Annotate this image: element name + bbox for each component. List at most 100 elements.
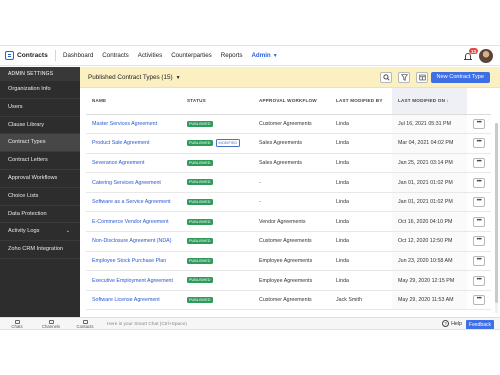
more-horizontal-icon: •••	[476, 256, 482, 263]
table-row[interactable]: Software as a Service Agreement PUBLISHED…	[86, 192, 491, 213]
row-workflow-cell: Employee Agreements	[253, 270, 330, 291]
row-name-cell[interactable]: Product Sale Agreement	[86, 133, 181, 154]
table-header-row: NAME STATUS APPROVAL WORKFLOW LAST MODIF…	[86, 88, 491, 115]
row-name-cell[interactable]: Executive Employment Agreement	[86, 270, 181, 291]
row-name-cell[interactable]: Non-Disclosure Agreement (NDA)	[86, 231, 181, 252]
row-modified-on-cell: Mar 04, 2021 04:02 PM	[392, 133, 467, 154]
contract-type-name-link[interactable]: Master Services Agreement	[92, 121, 157, 127]
column-header-status[interactable]: STATUS	[181, 88, 253, 115]
more-horizontal-icon: •••	[476, 178, 482, 185]
channels-button[interactable]: Channels	[34, 319, 68, 329]
table-scrollbar[interactable]	[495, 123, 498, 313]
notifications-bell[interactable]: 13	[463, 48, 478, 61]
search-button[interactable]	[380, 72, 392, 83]
sidebar-item-contract-letters[interactable]: Contract Letters	[0, 152, 80, 170]
more-options-button[interactable]: •••	[473, 138, 485, 149]
feedback-button[interactable]: Feedback	[466, 320, 494, 329]
table-row[interactable]: Software License Agreement PUBLISHED Custo…	[86, 290, 491, 311]
nav-contracts[interactable]: Contracts	[102, 52, 128, 59]
column-header-last-modified-on[interactable]: LAST MODIFIED ON ↓	[392, 88, 467, 115]
row-name-cell[interactable]: Employee Stock Purchase Plan	[86, 251, 181, 272]
chats-button[interactable]: Chats	[0, 319, 34, 329]
more-options-button[interactable]: •••	[473, 255, 485, 266]
row-name-cell[interactable]: E-Commerce Vendor Agreement	[86, 211, 181, 233]
notification-count-badge: 13	[468, 48, 478, 54]
table-row[interactable]: Product Sale Agreement PUBLISHED MODIFIED S…	[86, 133, 491, 154]
more-horizontal-icon: •••	[476, 119, 482, 126]
contract-type-name-link[interactable]: Catering Services Agreement	[92, 180, 161, 186]
row-name-cell[interactable]: Catering Services Agreement	[86, 172, 181, 193]
sidebar-item-clause-library[interactable]: Clause Library	[0, 117, 80, 135]
row-status-cell: PUBLISHED	[181, 211, 253, 233]
contacts-button[interactable]: Contacts	[68, 319, 102, 329]
view-selector[interactable]: Published Contract Types (15) ▼	[88, 74, 181, 81]
row-status-cell: PUBLISHED	[181, 192, 253, 213]
filter-button[interactable]	[398, 72, 410, 83]
row-name-cell[interactable]: Software as a Service Agreement	[86, 192, 181, 213]
more-options-button[interactable]: •••	[473, 157, 485, 168]
column-header-last-modified-by[interactable]: LAST MODIFIED BY	[330, 88, 392, 115]
row-name-cell[interactable]: Master Services Agreement	[86, 114, 181, 135]
contract-type-name-link[interactable]: Severance Agreement	[92, 160, 144, 166]
more-options-button[interactable]: •••	[473, 216, 485, 227]
column-header-approval-workflow[interactable]: APPROVAL WORKFLOW	[253, 88, 330, 115]
nav-reports[interactable]: Reports	[221, 52, 243, 59]
table-row[interactable]: Non-Disclosure Agreement (NDA) PUBLISHED C…	[86, 231, 491, 252]
more-options-button[interactable]: •••	[473, 275, 485, 286]
main-content: Published Contract Types (15) ▼ New Contr…	[80, 67, 500, 317]
user-avatar[interactable]	[479, 49, 493, 63]
more-options-button[interactable]: •••	[473, 197, 485, 208]
sidebar-item-organization-info[interactable]: Organization Info	[0, 81, 80, 99]
more-options-button[interactable]: •••	[473, 295, 485, 306]
row-status-cell: PUBLISHED	[181, 270, 253, 291]
row-actions-cell: •••	[467, 290, 491, 311]
table-row[interactable]: Master Services Agreement PUBLISHED Custom…	[86, 114, 491, 135]
contract-type-name-link[interactable]: Software License Agreement	[92, 297, 160, 303]
more-horizontal-icon: •••	[476, 296, 482, 303]
column-header-name[interactable]: NAME	[86, 88, 181, 115]
table-row[interactable]: Catering Services Agreement PUBLISHED - Lin…	[86, 172, 491, 193]
more-options-button[interactable]: •••	[473, 118, 485, 129]
sidebar-item-approval-workflows[interactable]: Approval Workflows	[0, 170, 80, 188]
nav-admin[interactable]: Admin ▼	[251, 52, 277, 59]
row-modified-by-cell: Linda	[330, 270, 392, 291]
nav-dashboard[interactable]: Dashboard	[63, 52, 93, 59]
row-workflow-cell: Employee Agreements	[253, 251, 330, 272]
more-options-button[interactable]: •••	[473, 177, 485, 188]
app-name: Contracts	[17, 52, 48, 59]
help-button[interactable]: ? Help	[442, 320, 462, 327]
table-row[interactable]: Executive Employment Agreement PUBLISHED E…	[86, 270, 491, 291]
table-row[interactable]: Employee Stock Purchase Plan PUBLISHED Emp…	[86, 251, 491, 272]
contract-type-name-link[interactable]: Employee Stock Purchase Plan	[92, 258, 166, 264]
smart-chat-input[interactable]: Here is your Smart Chat (Ctrl+Space)	[107, 322, 187, 327]
row-name-cell[interactable]: Severance Agreement	[86, 153, 181, 174]
table-row[interactable]: Severance Agreement PUBLISHED Sales Agreem…	[86, 153, 491, 174]
app-logo[interactable]: Contracts	[5, 51, 55, 60]
row-modified-on-cell: Jan 01, 2021 01:02 PM	[392, 192, 467, 213]
more-options-button[interactable]: •••	[473, 236, 485, 247]
new-contract-type-button[interactable]: New Contract Type	[430, 72, 490, 83]
row-modified-by-cell: Linda	[330, 153, 392, 174]
admin-sidebar: ADMIN SETTINGS Organization Info Users C…	[0, 67, 80, 317]
table-row[interactable]: E-Commerce Vendor Agreement PUBLISHED Vend…	[86, 211, 491, 233]
columns-button[interactable]	[416, 72, 428, 83]
row-name-cell[interactable]: Software License Agreement	[86, 290, 181, 311]
row-status-cell: PUBLISHED	[181, 114, 253, 135]
sidebar-item-data-protection[interactable]: Data Protection	[0, 206, 80, 224]
scrollbar-thumb[interactable]	[495, 123, 498, 303]
contract-type-name-link[interactable]: Software as a Service Agreement	[92, 199, 171, 205]
contract-type-name-link[interactable]: Executive Employment Agreement	[92, 278, 173, 284]
nav-activities[interactable]: Activities	[138, 52, 162, 59]
row-workflow-cell: -	[253, 192, 330, 213]
row-status-cell: PUBLISHED	[181, 231, 253, 252]
contract-type-name-link[interactable]: Non-Disclosure Agreement (NDA)	[92, 238, 171, 244]
sidebar-item-contract-types[interactable]: Contract Types	[0, 134, 80, 153]
sidebar-item-zoho-crm-integration[interactable]: Zoho CRM Integration	[0, 241, 80, 259]
sidebar-item-activity-logs[interactable]: Activity Logs ⌄	[0, 223, 80, 242]
nav-counterparties[interactable]: Counterparties	[171, 52, 212, 59]
status-badge: PUBLISHED	[187, 257, 213, 264]
sidebar-item-users[interactable]: Users	[0, 99, 80, 117]
contract-type-name-link[interactable]: Product Sale Agreement	[92, 140, 149, 146]
contract-type-name-link[interactable]: E-Commerce Vendor Agreement	[92, 219, 169, 225]
sidebar-item-choice-lists[interactable]: Choice Lists	[0, 188, 80, 206]
